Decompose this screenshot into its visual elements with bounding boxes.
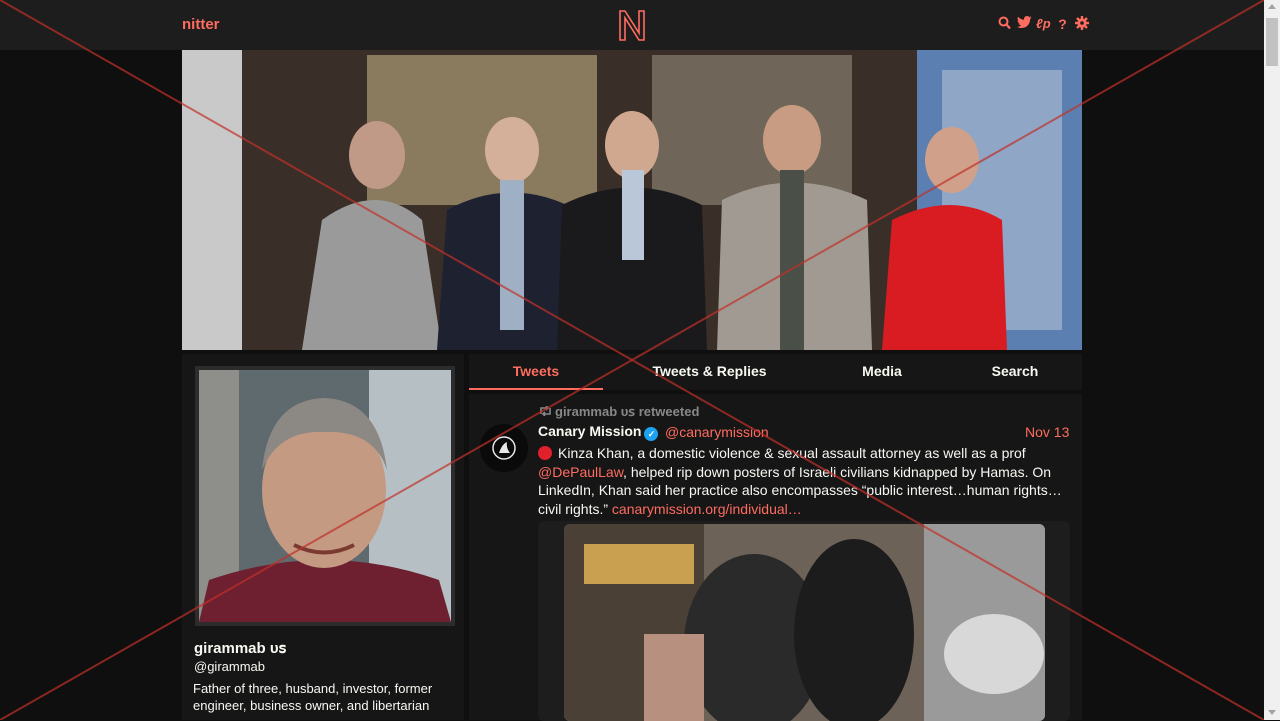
brand-link[interactable]: nitter [182,16,220,33]
tweet-author-name-text[interactable]: Canary Mission [538,423,641,439]
page-scrollbar[interactable] [1264,0,1280,720]
profile-username[interactable]: @girammab [194,659,265,674]
twitter-icon[interactable] [1017,16,1032,32]
tweet-media[interactable] [538,521,1070,721]
timeline: girammab ᴜꜱ retweeted Canary Mission ✓ @c… [469,394,1082,721]
tab-media[interactable]: Media [816,354,948,390]
tweet-content: Kinza Khan, a domestic violence & sexual… [538,444,1073,518]
profile-fullname[interactable]: girammab ᴜꜱ [194,639,286,657]
settings-icon[interactable] [1075,16,1089,32]
profile-card: girammab ᴜꜱ @girammab Father of three, h… [182,354,464,720]
avatar[interactable] [195,366,455,626]
scrollbar-thumb[interactable] [1266,18,1278,66]
timeline-tabs: Tweets Tweets & Replies Media Search [469,354,1082,390]
rss-icon[interactable]: ℓp [1036,16,1051,32]
tweet-author-handle[interactable]: @canarymission [665,424,769,440]
tweet-author-avatar[interactable] [480,424,528,472]
tweet-author-name[interactable]: Canary Mission ✓ [538,423,659,441]
profile-bio: Father of three, husband, investor, form… [193,681,433,713]
verified-badge-icon: ✓ [644,427,659,441]
nav-icons: ℓp ? [998,16,1089,32]
tab-tweets-replies[interactable]: Tweets & Replies [603,354,816,390]
profile-banner[interactable] [182,50,1082,350]
retweet-icon [539,405,552,419]
tweet-media-image[interactable] [564,524,1045,721]
tweet-date[interactable]: Nov 13 [1025,424,1069,440]
scroll-up-arrow-icon[interactable] [1268,4,1276,9]
top-navbar: nitter ℓp ? [0,0,1264,50]
tab-tweets[interactable]: Tweets [469,354,603,390]
help-icon[interactable]: ? [1056,16,1069,32]
tab-search[interactable]: Search [948,354,1082,390]
search-icon[interactable] [998,16,1011,32]
tweet-url-link[interactable]: canarymission.org/individual… [612,501,802,517]
tweet-text-part1: Kinza Khan, a domestic violence & sexual… [558,445,1026,461]
retweet-header: girammab ᴜꜱ retweeted [539,404,699,420]
red-circle-emoji-icon [538,446,552,460]
tweet-mention-link[interactable]: @DePaulLaw [538,464,623,480]
nitter-logo-icon[interactable] [617,8,647,42]
scroll-down-arrow-icon[interactable] [1268,710,1276,715]
retweet-label[interactable]: girammab ᴜꜱ retweeted [555,404,699,419]
